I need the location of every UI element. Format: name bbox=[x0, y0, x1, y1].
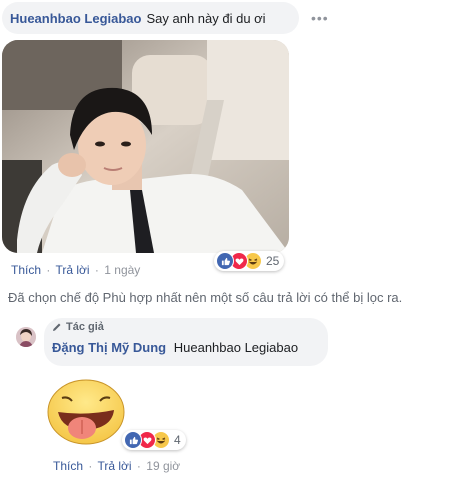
comment-actions: Thích · Trả lời · 1 ngày bbox=[11, 263, 140, 277]
separator: · bbox=[88, 459, 93, 473]
avatar[interactable] bbox=[16, 327, 36, 347]
reply-link[interactable]: Trả lời bbox=[97, 459, 131, 473]
reaction-count: 25 bbox=[266, 254, 280, 268]
like-icon bbox=[216, 252, 234, 270]
like-icon bbox=[124, 431, 142, 449]
author-badge: Tác giả bbox=[52, 321, 104, 333]
comment-time[interactable]: 1 ngày bbox=[104, 263, 140, 277]
comment-author[interactable]: Hueanhbao Legiabao bbox=[10, 11, 141, 26]
separator: · bbox=[136, 459, 141, 473]
reply-actions: Thích · Trả lời · 19 giờ bbox=[53, 459, 180, 473]
like-link[interactable]: Thích bbox=[53, 459, 83, 473]
selfie-image bbox=[2, 40, 289, 253]
reply-link[interactable]: Trả lời bbox=[55, 263, 89, 277]
separator: · bbox=[94, 263, 99, 277]
more-options-icon[interactable]: ••• bbox=[311, 10, 329, 26]
separator: · bbox=[46, 263, 51, 277]
reaction-count: 4 bbox=[174, 433, 181, 447]
comment-bubble: Hueanhbao Legiabao Say anh này đi du ơi bbox=[2, 2, 299, 34]
reaction-summary[interactable]: 25 bbox=[214, 251, 285, 271]
like-link[interactable]: Thích bbox=[11, 263, 41, 277]
comment-text: Say anh này đi du ơi bbox=[146, 10, 266, 26]
reply-time[interactable]: 19 giờ bbox=[146, 459, 180, 473]
pencil-icon bbox=[53, 323, 61, 331]
filter-notice: Đã chọn chế độ Phù hợp nhất nên một số c… bbox=[8, 290, 403, 305]
sticker[interactable] bbox=[44, 376, 126, 446]
tongue-emoji-sticker bbox=[47, 379, 125, 445]
tagged-user[interactable]: Hueanhbao Legiabao bbox=[174, 340, 298, 355]
author-badge-label: Tác giả bbox=[66, 321, 104, 333]
comment-photo[interactable] bbox=[2, 40, 289, 253]
reply-author[interactable]: Đặng Thị Mỹ Dung bbox=[52, 340, 166, 355]
reply-content: Đặng Thị Mỹ Dung Hueanhbao Legiabao bbox=[52, 340, 298, 355]
reply-reaction-summary[interactable]: 4 bbox=[122, 430, 186, 450]
